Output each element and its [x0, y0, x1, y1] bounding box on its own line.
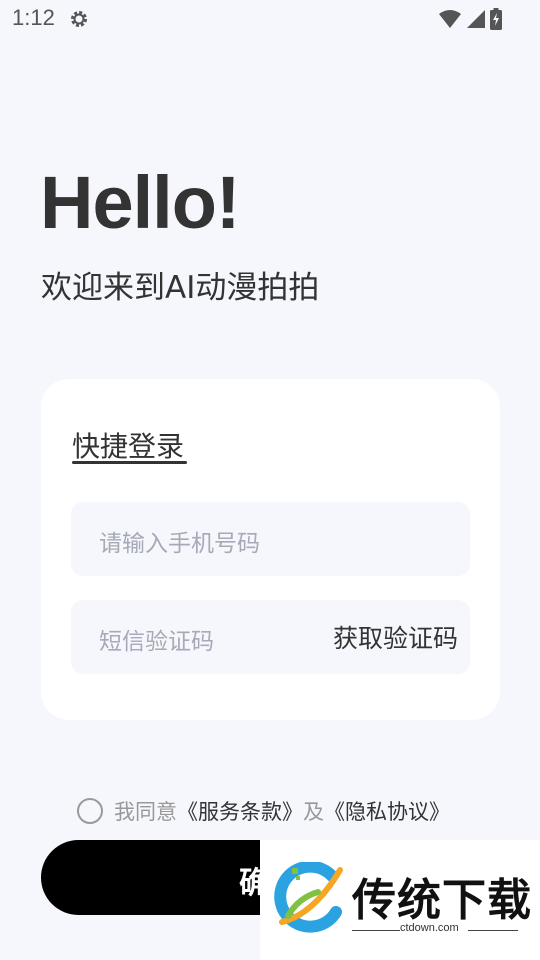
battery-charging-icon — [490, 8, 502, 34]
watermark-brand: 传统下载 — [352, 875, 532, 926]
watermark-logo-icon — [274, 860, 348, 936]
sms-code-placeholder: 短信验证码 — [99, 629, 214, 655]
login-card: 快捷登录 请输入手机号码 短信验证码 获取验证码 — [41, 379, 500, 720]
watermark: 传统下载 ctdown.com — [260, 840, 540, 960]
tab-underline — [72, 461, 187, 464]
welcome-subtitle: 欢迎来到AI动漫拍拍 — [41, 270, 320, 306]
sms-code-input[interactable]: 短信验证码 获取验证码 — [71, 600, 470, 674]
status-icons — [438, 8, 502, 34]
watermark-url: ctdown.com — [400, 922, 459, 934]
gear-icon — [69, 9, 89, 29]
agreement-checkbox[interactable] — [77, 798, 103, 824]
terms-link[interactable]: 《服务条款》 — [177, 796, 303, 826]
phone-placeholder: 请输入手机号码 — [99, 531, 260, 557]
phone-input[interactable]: 请输入手机号码 — [71, 502, 470, 576]
privacy-link[interactable]: 《隐私协议》 — [324, 796, 450, 826]
greeting-title: Hello! — [40, 161, 241, 244]
status-time: 1:12 — [12, 5, 55, 30]
status-bar: 1:12 — [0, 0, 540, 38]
signal-icon — [466, 9, 486, 33]
agreement-row: 我同意 《服务条款》 及 《隐私协议》 — [77, 796, 450, 826]
watermark-divider — [352, 930, 400, 931]
watermark-divider — [468, 930, 518, 931]
wifi-icon — [438, 9, 462, 33]
tab-quick-login[interactable]: 快捷登录 — [72, 425, 184, 465]
agreement-prefix: 我同意 — [114, 800, 177, 824]
get-code-button[interactable]: 获取验证码 — [333, 619, 458, 655]
agreement-and: 及 — [303, 800, 324, 824]
